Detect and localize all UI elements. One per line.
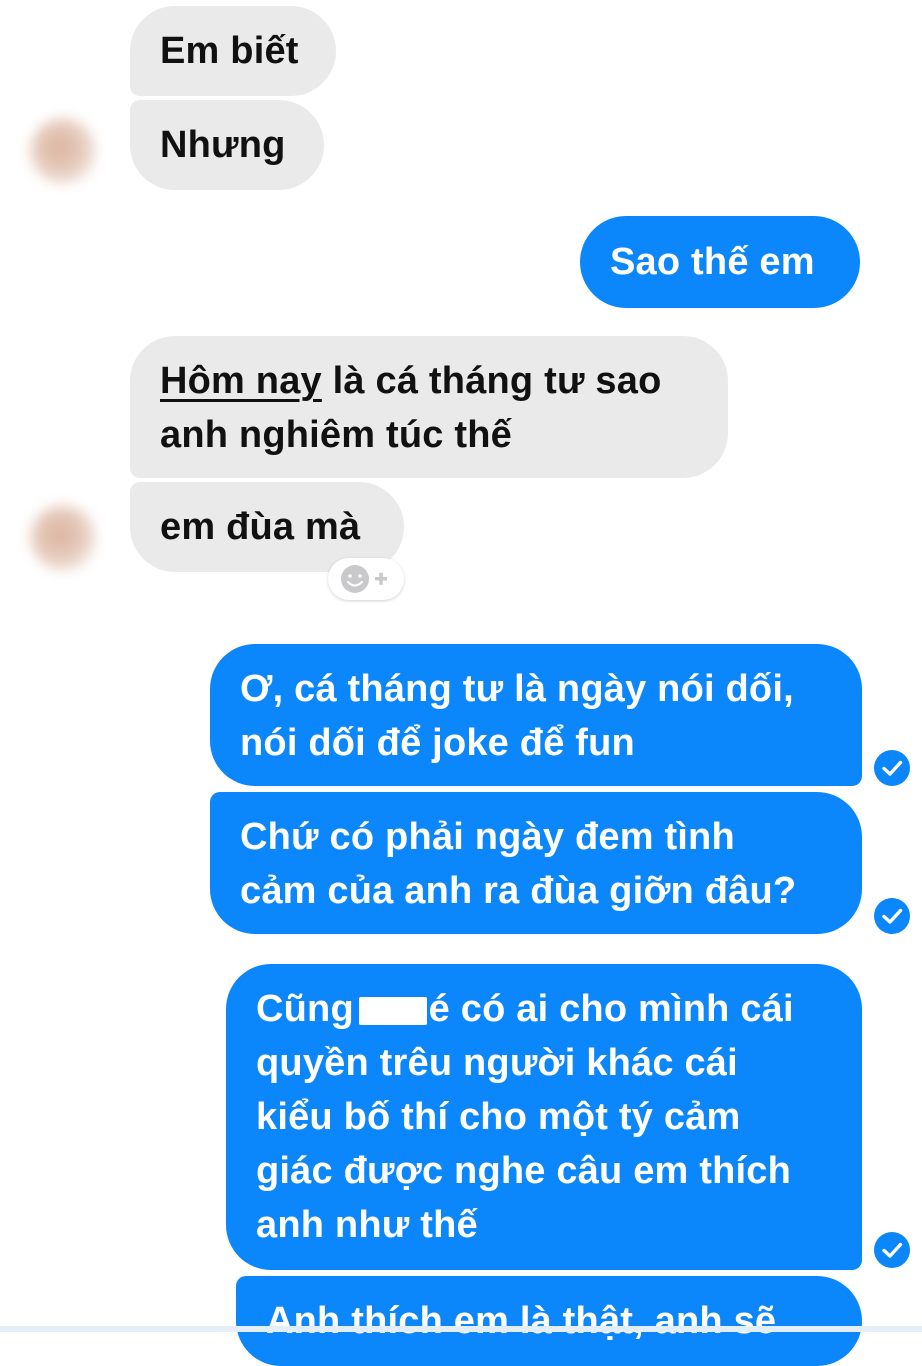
message-text-line: Ơ, cá tháng tư là ngày nói dối, [240,668,794,710]
message-text-line: giác được nghe câu em thích [256,1150,792,1192]
message-text-line: quyền trêu người khác cái [256,1042,738,1084]
add-reaction-icon[interactable] [328,558,404,600]
message-text-line: nói dối để joke để fun [240,722,635,764]
message-text: Nhưng [160,124,286,166]
bottom-edge [0,1326,922,1332]
message-text-line: cảm của anh ra đùa giỡn đâu? [240,870,797,912]
message-text-line: Anh thích em là thật, anh sẽ [266,1300,777,1342]
message-incoming[interactable]: Em biết [130,6,336,96]
contact-avatar[interactable] [30,118,96,184]
message-text-line: Cũng é có ai cho mình cái [256,988,794,1030]
check-circle-icon [874,750,910,786]
message-text-line: Hôm nay là cá tháng tư sao [160,360,662,402]
message-outgoing[interactable]: Ơ, cá tháng tư là ngày nói dối, nói dối … [210,644,862,786]
message-text: Sao thế em [610,241,815,283]
redacted-word [358,996,427,1025]
message-outgoing[interactable]: Anh thích em là thật, anh sẽ [236,1276,862,1366]
message-incoming[interactable]: Hôm nay là cá tháng tư sao anh nghiêm tú… [130,336,728,478]
check-circle-icon [874,898,910,934]
message-outgoing[interactable]: Chứ có phải ngày đem tình cảm của anh ra… [210,792,862,934]
message-incoming[interactable]: Nhưng [130,100,324,190]
message-text-line: kiểu bố thí cho một tý cảm [256,1096,741,1138]
check-circle-icon [874,1232,910,1268]
message-outgoing[interactable]: Sao thế em [580,216,860,308]
message-text-line: Chứ có phải ngày đem tình [240,816,735,858]
message-text: em đùa mà [160,506,361,548]
message-outgoing[interactable]: Cũng é có ai cho mình cái quyền trêu ngư… [226,964,862,1270]
underlined-link-text[interactable]: Hôm nay [160,360,322,402]
message-text-line: anh như thế [256,1204,478,1246]
message-text-line: anh nghiêm túc thế [160,414,512,456]
contact-avatar[interactable] [30,505,96,571]
message-text: Em biết [160,30,299,72]
